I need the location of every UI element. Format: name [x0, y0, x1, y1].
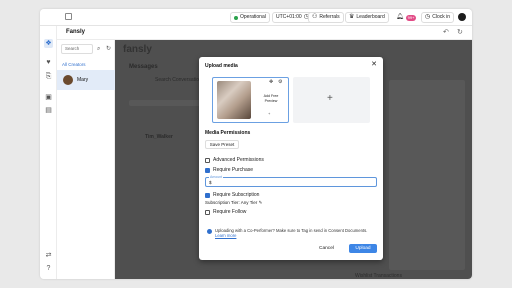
require-purchase-row[interactable]: Require Purchase — [205, 167, 253, 173]
require-follow-row[interactable]: Require Follow — [205, 209, 246, 215]
info-text: Uploading with a Co-Performer? Make sure… — [215, 228, 368, 233]
left-rail: ❖ ♥ ⎘ ▣ ▤ ⇄ ? — [40, 26, 57, 279]
timezone-label: UTC+01:00 — [276, 14, 302, 20]
creator-name: Mary — [77, 77, 89, 83]
info-text-block: Uploading with a Co-Performer? Make sure… — [215, 228, 375, 238]
contacts-icon[interactable]: ▣ — [44, 93, 53, 102]
upload-button[interactable]: Upload — [349, 244, 377, 253]
media-permissions-heading: Media Permissions — [205, 130, 251, 136]
link-icon[interactable]: ⎘ — [44, 72, 53, 81]
creator-avatar — [63, 75, 73, 85]
creator-search-input[interactable]: Search — [61, 44, 93, 54]
fansly-app-icon[interactable]: ❖ — [44, 39, 53, 48]
swap-icon[interactable]: ⇄ — [44, 251, 53, 260]
top-bar: Operational UTC+01:00 ◷ ⚇ Referrals ♛ Le… — [40, 9, 472, 26]
conversation-search: Search Conversations — [155, 77, 205, 83]
add-media-tile[interactable]: + — [293, 77, 370, 123]
require-subscription-checkbox[interactable] — [205, 192, 210, 198]
conversation-name: Tim_Walker — [145, 134, 173, 140]
edit-icon[interactable]: ✎ — [259, 200, 263, 205]
help-icon[interactable]: ? — [44, 264, 53, 273]
advanced-permissions-checkbox[interactable] — [205, 157, 210, 163]
status-pill[interactable]: Operational — [230, 12, 270, 23]
list-item[interactable]: Mary — [57, 70, 115, 90]
all-creators-filter[interactable]: All Creators — [62, 62, 86, 67]
settings-icon[interactable]: ⚙ — [278, 80, 282, 85]
media-thumbnail[interactable]: ✥ ⚙ Add Free Preview + — [212, 77, 289, 123]
require-follow-label: Require Follow — [213, 209, 247, 215]
heart-icon[interactable]: ♥ — [44, 58, 53, 67]
co-performer-info: Uploading with a Co-Performer? Make sure… — [205, 227, 377, 241]
app-header: Fansly ↶ ↻ — [57, 26, 472, 40]
clock-in-button[interactable]: ◷ Clock in — [421, 12, 455, 23]
user-avatar[interactable] — [458, 13, 466, 21]
require-purchase-checkbox[interactable] — [205, 167, 210, 173]
require-purchase-label: Require Purchase — [213, 167, 254, 173]
media-preview-image — [217, 81, 251, 119]
info-icon — [207, 229, 212, 234]
timezone-pill[interactable]: UTC+01:00 ◷ — [272, 12, 313, 23]
gallery-icon[interactable]: ▤ — [44, 106, 53, 115]
move-icon[interactable]: ✥ — [269, 80, 273, 85]
amount-value: $ — [209, 180, 212, 185]
leaderboard-label: Leaderboard — [356, 14, 385, 20]
require-subscription-row[interactable]: Require Subscription — [205, 192, 259, 198]
details-panel — [389, 80, 465, 270]
people-icon: ⚇ — [312, 14, 318, 20]
status-dot-icon — [234, 15, 238, 20]
search-icon[interactable]: ⌕ — [97, 45, 100, 53]
close-icon[interactable]: ✕ — [371, 61, 377, 68]
fansly-logo: fansly — [123, 44, 152, 55]
subscription-tier-value[interactable]: Any Tier — [241, 200, 258, 205]
referrals-label: Referrals — [319, 14, 340, 20]
messages-heading: Messages — [129, 64, 158, 70]
learn-more-link[interactable]: Learn more — [215, 233, 236, 238]
clock-in-label: Clock in — [432, 14, 451, 20]
status-label: Operational — [240, 14, 266, 20]
subscription-tier-label: Subscription Tier: — [205, 200, 240, 205]
reload-icon[interactable]: ↻ — [106, 45, 111, 53]
advanced-permissions-row[interactable]: Advanced Permissions — [205, 157, 264, 163]
amount-label: Amount — [209, 175, 224, 179]
modal-title: Upload media — [205, 63, 238, 69]
referrals-button[interactable]: ⚇ Referrals — [308, 12, 344, 23]
creator-search-placeholder: Search — [65, 46, 80, 51]
app-window: Operational UTC+01:00 ◷ ⚇ Referrals ♛ Le… — [40, 9, 472, 279]
advanced-permissions-label: Advanced Permissions — [213, 157, 264, 163]
cancel-button[interactable]: Cancel — [319, 246, 334, 251]
save-preset-button[interactable]: Save Preset — [205, 140, 239, 149]
require-subscription-label: Require Subscription — [213, 192, 260, 198]
require-follow-checkbox[interactable] — [205, 209, 210, 215]
undo-icon[interactable]: ↶ — [443, 29, 449, 36]
upload-media-modal: Upload media ✕ ✥ ⚙ Add Free Preview + + … — [199, 57, 383, 260]
footer-text: Wishlist Transactions — [355, 273, 402, 279]
sidebar-toggle-icon[interactable] — [65, 13, 72, 20]
notifications-button[interactable]: 🔔︎ 99+ — [396, 12, 417, 23]
amount-field[interactable]: Amount $ — [205, 175, 377, 187]
creators-panel: Search ⌕ ↻ All Creators Mary — [57, 40, 115, 279]
app-title: Fansly — [66, 29, 86, 35]
notification-badge: 99+ — [405, 14, 417, 21]
trophy-icon: ♛ — [349, 14, 355, 20]
plus-icon: + — [327, 93, 333, 104]
clock-in-icon: ◷ — [425, 14, 431, 20]
add-free-preview-label[interactable]: Add Free Preview — [259, 94, 283, 103]
leaderboard-button[interactable]: ♛ Leaderboard — [345, 12, 389, 23]
bell-icon: 🔔︎ — [396, 14, 404, 20]
add-preview-plus-icon[interactable]: + — [268, 111, 270, 116]
subscription-tier-row: Subscription Tier: Any Tier ✎ — [205, 200, 262, 206]
refresh-icon[interactable]: ↻ — [457, 29, 463, 36]
